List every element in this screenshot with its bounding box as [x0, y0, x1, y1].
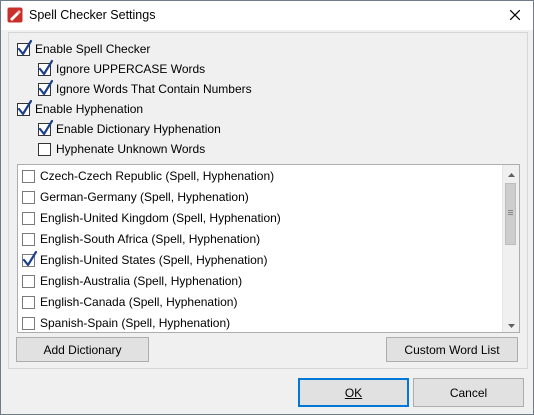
hyphenate-unknown-label: Hyphenate Unknown Words [56, 142, 206, 156]
enable-dictionary-hyphenation-label: Enable Dictionary Hyphenation [56, 122, 221, 136]
ignore-uppercase-label: Ignore UPPERCASE Words [56, 62, 206, 76]
chevron-down-icon [507, 317, 515, 331]
vertical-scrollbar[interactable] [502, 165, 519, 332]
ok-button[interactable]: OK [298, 378, 409, 407]
enable-spell-checker-checkbox[interactable] [17, 39, 33, 56]
enable-spell-checker-option[interactable]: Enable Spell Checker [17, 39, 151, 58]
enable-hyphenation-checkbox[interactable] [17, 99, 33, 116]
dictionary-checkbox[interactable] [22, 190, 35, 204]
list-item[interactable]: English-Canada (Spell, Hyphenation) [22, 292, 237, 312]
title-bar: Spell Checker Settings [1, 1, 533, 30]
chevron-up-icon [507, 166, 515, 180]
ignore-numbers-option[interactable]: Ignore Words That Contain Numbers [38, 79, 252, 98]
pdf-editor-icon [7, 7, 23, 23]
close-button[interactable] [497, 1, 533, 30]
scroll-up-button[interactable] [503, 165, 519, 181]
add-dictionary-button[interactable]: Add Dictionary [16, 337, 149, 362]
dictionary-checkbox[interactable] [22, 316, 35, 330]
list-item[interactable]: English-United Kingdom (Spell, Hyphenati… [22, 208, 281, 228]
dictionary-label: English-Australia (Spell, Hyphenation) [40, 274, 243, 288]
list-item[interactable]: Spanish-Spain (Spell, Hyphenation) [22, 313, 231, 332]
dictionary-list[interactable]: Czech-Czech Republic (Spell, Hyphenation… [17, 164, 520, 333]
dictionary-checkbox[interactable] [22, 169, 35, 183]
close-icon [509, 9, 521, 23]
grip-line [508, 212, 513, 213]
hyphenate-unknown-checkbox[interactable] [38, 142, 51, 156]
dictionary-label: English-United States (Spell, Hyphenatio… [40, 253, 268, 267]
ignore-numbers-checkbox[interactable] [38, 79, 54, 96]
ignore-uppercase-checkbox[interactable] [38, 59, 54, 76]
scrollbar-thumb[interactable] [505, 183, 516, 245]
spell-checker-settings-dialog: Spell Checker Settings Enable Spell Chec… [0, 0, 534, 415]
grip-line [508, 210, 513, 211]
hyphenate-unknown-option[interactable]: Hyphenate Unknown Words [38, 140, 205, 158]
list-item[interactable]: Czech-Czech Republic (Spell, Hyphenation… [22, 166, 274, 186]
dictionary-label: English-Canada (Spell, Hyphenation) [40, 295, 238, 309]
dictionary-label: English-South Africa (Spell, Hyphenation… [40, 232, 261, 246]
enable-hyphenation-option[interactable]: Enable Hyphenation [17, 99, 144, 118]
list-item[interactable]: English-South Africa (Spell, Hyphenation… [22, 229, 260, 249]
cancel-button-label: Cancel [449, 385, 488, 400]
dictionary-label: Spanish-Spain (Spell, Hyphenation) [40, 316, 231, 330]
enable-hyphenation-label: Enable Hyphenation [35, 102, 144, 116]
dictionary-checkbox[interactable] [22, 232, 35, 246]
ignore-uppercase-option[interactable]: Ignore UPPERCASE Words [38, 59, 206, 78]
dictionary-checkbox[interactable] [22, 211, 35, 225]
dictionary-checkbox[interactable] [22, 274, 35, 288]
list-item[interactable]: German-Germany (Spell, Hyphenation) [22, 187, 249, 207]
dictionary-label: English-United Kingdom (Spell, Hyphenati… [40, 211, 281, 225]
settings-panel: Enable Spell Checker Ignore UPPERCASE Wo… [8, 32, 528, 369]
enable-spell-checker-label: Enable Spell Checker [35, 42, 151, 56]
dictionary-checkbox[interactable] [22, 295, 35, 309]
list-item[interactable]: English-United States (Spell, Hyphenatio… [22, 250, 267, 270]
dictionary-checkbox[interactable] [22, 250, 38, 267]
list-item[interactable]: English-Australia (Spell, Hyphenation) [22, 271, 242, 291]
enable-dictionary-hyphenation-option[interactable]: Enable Dictionary Hyphenation [38, 119, 221, 138]
dictionary-label: Czech-Czech Republic (Spell, Hyphenation… [40, 169, 275, 183]
window-title: Spell Checker Settings [29, 8, 156, 22]
ignore-numbers-label: Ignore Words That Contain Numbers [56, 82, 252, 96]
scroll-down-button[interactable] [503, 316, 519, 332]
enable-dictionary-hyphenation-checkbox[interactable] [38, 119, 54, 136]
custom-word-list-button[interactable]: Custom Word List [386, 337, 518, 362]
ok-button-label: OK [344, 385, 363, 400]
cancel-button[interactable]: Cancel [413, 378, 524, 407]
grip-line [508, 214, 513, 215]
dictionary-label: German-Germany (Spell, Hyphenation) [40, 190, 249, 204]
